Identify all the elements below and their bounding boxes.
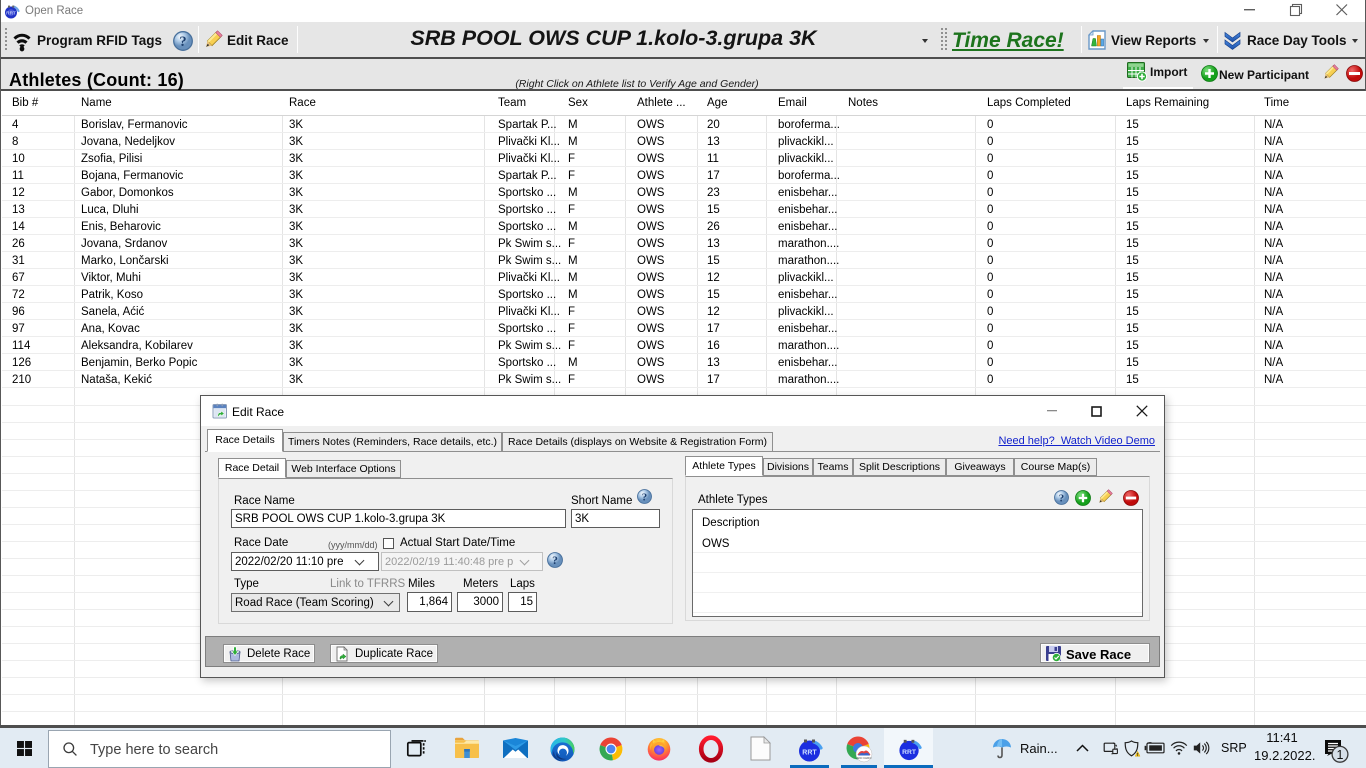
svg-text:RRT: RRT [802, 750, 817, 757]
svg-text:RRT: RRT [902, 749, 917, 756]
svg-text:RRT: RRT [6, 11, 16, 17]
svg-text:1: 1 [1337, 748, 1344, 762]
svg-text:AKD CHRO: AKD CHRO [857, 756, 873, 760]
svg-text:?: ? [1059, 492, 1064, 504]
svg-text:?: ? [642, 491, 647, 503]
svg-text:?: ? [552, 554, 558, 567]
svg-text:?: ? [179, 34, 186, 50]
